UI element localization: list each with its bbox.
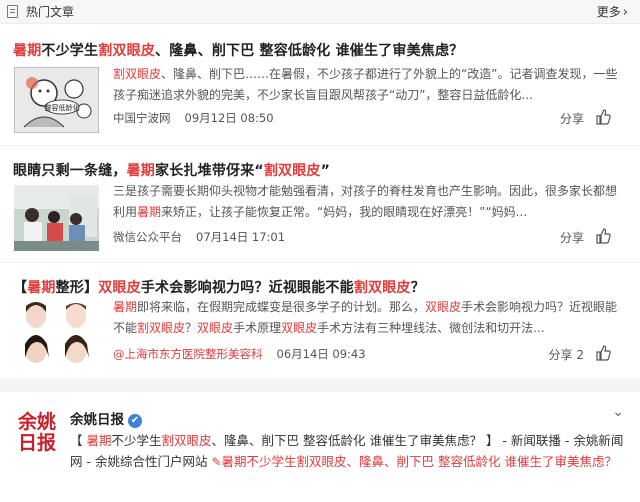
svg-text:余: 余: [17, 410, 38, 433]
article-headline[interactable]: 眼睛只剩一条缝，暑期家长扎堆带伢来“割双眼皮”: [13, 160, 623, 180]
article-time: 09月12日 08:50: [184, 111, 274, 125]
article-thumbnail[interactable]: [14, 300, 99, 368]
svg-text:日: 日: [18, 432, 37, 452]
article-thumbnail[interactable]: 整容低龄化: [14, 67, 99, 133]
text-segment: 即将来临，在假期完成蝶变是很多学子的计划。那么，: [137, 300, 426, 314]
chevron-down-icon[interactable]: ⌄: [612, 404, 624, 420]
article-time: 06月14日 09:43: [276, 347, 366, 361]
highlight-keyword: 暑期: [86, 433, 112, 448]
more-label: 更多: [596, 5, 621, 19]
text-segment: ？: [410, 280, 425, 296]
highlight-keyword: 暑期: [27, 280, 56, 296]
article-snippet: 三是孩子需要长期仰头视物才能勉强看清，对孩子的脊柱发育也产生影响。因此，很多家长…: [113, 181, 623, 223]
highlight-keyword: 割双眼皮: [263, 163, 321, 179]
share-button[interactable]: 分享: [560, 110, 584, 127]
text-segment: 整形】: [55, 280, 99, 296]
highlight-keyword: 割双眼皮: [98, 43, 156, 59]
source-name[interactable]: 余姚日报 ✔: [70, 408, 142, 428]
source-name-text: 余姚日报: [70, 412, 124, 428]
text-segment: 【: [13, 280, 28, 296]
source-logo[interactable]: 余 姚 日 报: [14, 406, 60, 452]
article-time: 07月14日 17:01: [196, 230, 286, 244]
text-segment: ？: [185, 321, 198, 335]
article-source[interactable]: 微信公众平台: [113, 230, 182, 244]
article-meta: 中国宁波网 09月12日 08:50: [113, 110, 288, 126]
article-snippet: 割双眼皮、隆鼻、削下巴……在暑假，不少孩子都进行了外貌上的“改造”。记者调查发现…: [113, 64, 623, 106]
text-segment: 、隆鼻、削下巴……在暑假，不少孩子都进行了外貌上的“改造”。记者调查发现，一些孩…: [113, 67, 618, 102]
text-segment: 来矫正，让孩子能恢复正常。“妈妈，我的眼睛现在好漂亮！”“妈妈...: [161, 205, 528, 219]
highlight-keyword: 双眼皮: [98, 280, 141, 296]
thumbs-up-icon[interactable]: [594, 344, 612, 362]
article-headline[interactable]: 【暑期整形】双眼皮手术会影响视力吗？近视眼能不能割双眼皮？: [13, 277, 623, 297]
source-article-link[interactable]: 暑期不少学生割双眼皮、隆鼻、削下巴 整容低龄化 谁催生了审美焦虑？: [222, 454, 617, 469]
text-segment: 手术会影响视力吗？近视眼能不能: [140, 280, 354, 296]
article-meta: 微信公众平台 07月14日 17:01: [113, 229, 299, 245]
text-segment: 【: [70, 433, 87, 448]
divider: [0, 262, 640, 263]
text-segment: 、隆鼻、削下巴 整容低龄化 谁催生了审美焦虑？: [155, 43, 464, 59]
text-segment: 手术原理: [233, 321, 282, 335]
highlight-keyword: 双眼皮: [425, 300, 462, 314]
highlight-keyword: 割双眼皮: [113, 67, 162, 81]
highlight-keyword: 双眼皮: [197, 321, 234, 335]
thumbs-up-icon[interactable]: [594, 227, 612, 245]
svg-text:姚: 姚: [36, 410, 56, 433]
article-icon: [7, 5, 18, 18]
highlight-keyword: 暑期: [113, 300, 138, 314]
pencil-icon: ✎: [211, 455, 222, 469]
highlight-keyword: 暑期: [13, 43, 42, 59]
share-button[interactable]: 分享 2: [549, 346, 584, 363]
highlight-keyword: 割双眼皮: [161, 433, 212, 448]
thumbnail-caption: 整容低龄化: [45, 103, 80, 112]
article-thumbnail[interactable]: [14, 185, 99, 251]
svg-text:报: 报: [37, 431, 56, 452]
highlight-keyword: 暑期: [126, 163, 156, 179]
text-segment: 家长扎堆带伢来“: [155, 163, 264, 179]
source-description: 【 暑期不少学生割双眼皮、隆鼻、削下巴 整容低龄化 谁催生了审美焦虑？ 】 - …: [70, 430, 626, 473]
share-button[interactable]: 分享: [560, 229, 584, 246]
thumbs-up-icon[interactable]: [594, 108, 612, 126]
text-segment: ”: [320, 163, 331, 179]
article-meta: @上海市东方医院整形美容科 06月14日 09:43: [113, 346, 380, 362]
highlight-keyword: 割双眼皮: [137, 321, 186, 335]
source-card[interactable]: 余 姚 日 报 余姚日报 ✔ ⌄ 【 暑期不少学生割双眼皮、隆鼻、削下巴 整容低龄…: [0, 394, 640, 502]
highlight-keyword: 双眼皮: [281, 321, 318, 335]
article-source[interactable]: @上海市东方医院整形美容科: [113, 347, 263, 361]
article-snippet: 暑期即将来临，在假期完成蝶变是很多学子的计划。那么，双眼皮手术会影响视力吗？近视…: [113, 297, 623, 339]
section-gap: [0, 378, 640, 392]
divider: [0, 145, 640, 146]
article-headline[interactable]: 暑期不少学生割双眼皮、隆鼻、削下巴 整容低龄化 谁催生了审美焦虑？: [13, 40, 623, 60]
highlight-keyword: 暑期: [137, 205, 162, 219]
section-header: 热门文章 更多 ›: [0, 0, 640, 24]
text-segment: 不少学生: [111, 433, 162, 448]
chevron-right-icon: ›: [622, 5, 628, 20]
verified-icon: ✔: [128, 414, 142, 428]
more-link[interactable]: 更多 ›: [597, 3, 628, 20]
highlight-keyword: 割双眼皮: [353, 280, 411, 296]
section-title: 热门文章: [26, 5, 75, 19]
article-source[interactable]: 中国宁波网: [113, 111, 171, 125]
text-segment: 眼睛只剩一条缝，: [13, 163, 127, 179]
text-segment: 手术方法有三种埋线法、微创法和切开法...: [317, 321, 545, 335]
text-segment: 不少学生: [41, 43, 99, 59]
